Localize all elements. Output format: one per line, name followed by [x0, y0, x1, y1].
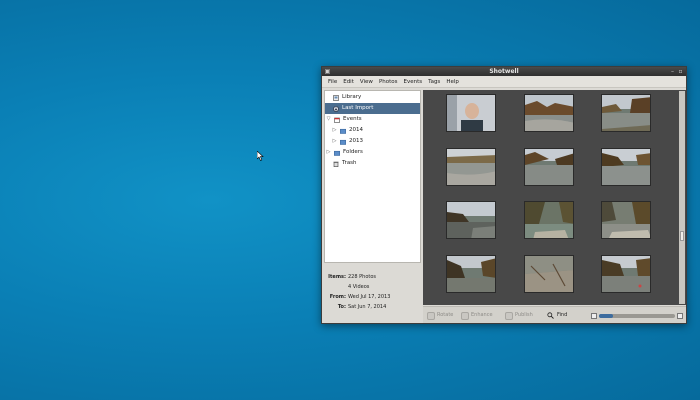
- items-photos-value: 228 Photos: [348, 274, 377, 280]
- sidebar-item-library[interactable]: Library: [325, 92, 420, 103]
- enhance-label: Enhance: [471, 312, 493, 318]
- sidebar-item-last-import[interactable]: Last Import: [325, 103, 420, 114]
- sidebar-item-trash[interactable]: Trash: [325, 158, 420, 169]
- sidebar-item-label: Library: [342, 94, 362, 100]
- menu-tags[interactable]: Tags: [428, 76, 440, 87]
- photo-thumbnail[interactable]: [446, 255, 496, 293]
- trash-icon: [333, 161, 339, 167]
- publish-icon: [505, 311, 513, 320]
- sidebar-item-events[interactable]: ▽ Events: [325, 114, 420, 125]
- window-menu-icon[interactable]: ▣: [324, 68, 331, 75]
- items-videos-value: 4 Videos: [348, 284, 370, 290]
- folder-icon: [334, 150, 340, 156]
- menu-events[interactable]: Events: [404, 76, 423, 87]
- sidebar-item-label: 2013: [349, 138, 363, 144]
- publish-label: Publish: [515, 312, 533, 318]
- scrollbar-thumb[interactable]: [680, 231, 684, 241]
- photo-thumbnail[interactable]: [601, 94, 651, 132]
- sidebar-item-folders[interactable]: ▷ Folders: [325, 147, 420, 158]
- menu-edit[interactable]: Edit: [343, 76, 354, 87]
- photo-thumbnail[interactable]: [446, 148, 496, 186]
- bottom-toolbar: Rotate Enhance Publish Find: [423, 306, 686, 323]
- publish-button[interactable]: Publish: [505, 310, 533, 321]
- sidebar-item-label: Events: [343, 116, 362, 122]
- folder-icon: [340, 139, 346, 145]
- photo-thumbnail[interactable]: [524, 148, 574, 186]
- from-label: From:: [329, 294, 346, 300]
- photo-thumbnail[interactable]: [601, 255, 651, 293]
- minimize-button[interactable]: –: [669, 68, 676, 75]
- maximize-button[interactable]: ▫: [677, 68, 684, 75]
- events-icon: [334, 117, 340, 123]
- to-label: To:: [337, 304, 346, 310]
- menu-view[interactable]: View: [360, 76, 373, 87]
- photo-thumbnail[interactable]: [601, 201, 651, 239]
- menu-help[interactable]: Help: [446, 76, 459, 87]
- photo-thumbnail[interactable]: [446, 94, 496, 132]
- rotate-label: Rotate: [437, 312, 454, 318]
- expand-arrow-icon[interactable]: ▷: [332, 125, 337, 136]
- library-icon: [333, 94, 339, 101]
- photo-thumbnail[interactable]: [524, 255, 574, 293]
- folder-icon: [340, 128, 346, 134]
- photo-thumbnail[interactable]: [446, 201, 496, 239]
- from-value: Wed Jul 17, 2013: [348, 294, 391, 300]
- sidebar-item-label: Trash: [342, 160, 357, 166]
- window-title: Shotwell: [489, 68, 519, 75]
- expand-arrow-icon[interactable]: ▷: [326, 147, 331, 158]
- shotwell-window[interactable]: ▣ Shotwell – ▫ File Edit View Photos Eve…: [321, 66, 687, 324]
- sidebar: Library Last Import ▽ Events ▷ 2014 ▷ 20…: [324, 90, 421, 263]
- to-value: Sat Jun 7, 2014: [348, 304, 387, 310]
- zoom-slider-fill: [599, 314, 613, 318]
- photo-thumbnail[interactable]: [601, 148, 651, 186]
- sidebar-item-label: 2014: [349, 127, 363, 133]
- items-label: Items:: [328, 274, 346, 280]
- rotate-button[interactable]: Rotate: [427, 310, 453, 321]
- photo-grid-scrollbar[interactable]: [679, 91, 685, 304]
- sidebar-item-2013[interactable]: ▷ 2013: [325, 136, 420, 147]
- zoom-out-icon[interactable]: [591, 313, 597, 319]
- enhance-icon: [461, 311, 469, 320]
- sidebar-item-label: Folders: [343, 149, 363, 155]
- mouse-cursor-icon: [257, 151, 264, 161]
- menu-bar: File Edit View Photos Events Tags Help: [322, 76, 686, 88]
- find-label: Find: [557, 312, 568, 318]
- photo-grid[interactable]: [423, 90, 686, 305]
- find-button[interactable]: Find: [547, 310, 567, 321]
- sidebar-item-label: Last Import: [342, 105, 374, 111]
- import-icon: [333, 105, 339, 112]
- collapse-arrow-icon[interactable]: ▽: [326, 114, 331, 125]
- library-info-panel: Items: 228 Photos 4 Videos From: Wed Jul…: [324, 265, 421, 323]
- zoom-in-icon[interactable]: [677, 313, 683, 319]
- menu-file[interactable]: File: [328, 76, 337, 87]
- photo-thumbnail[interactable]: [524, 94, 574, 132]
- enhance-button[interactable]: Enhance: [461, 310, 493, 321]
- photo-thumbnail[interactable]: [524, 201, 574, 239]
- rotate-icon: [427, 311, 435, 320]
- zoom-slider[interactable]: [599, 314, 675, 318]
- menu-photos[interactable]: Photos: [379, 76, 398, 87]
- title-bar[interactable]: ▣ Shotwell – ▫: [322, 67, 686, 76]
- expand-arrow-icon[interactable]: ▷: [332, 136, 337, 147]
- search-icon: [547, 312, 554, 319]
- sidebar-item-2014[interactable]: ▷ 2014: [325, 125, 420, 136]
